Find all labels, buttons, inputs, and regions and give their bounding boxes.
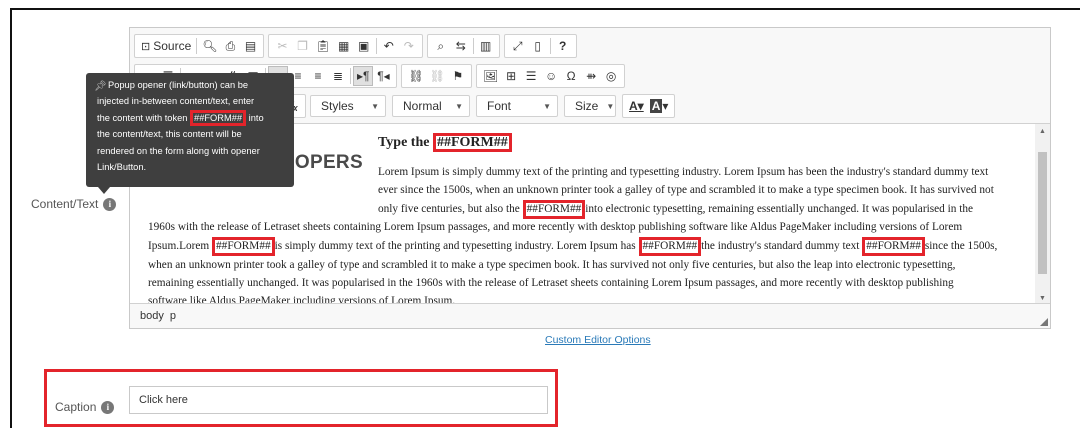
- toolbar-group-links: ⛓ ⛓ ⚑: [401, 64, 472, 88]
- info-icon[interactable]: i: [101, 400, 115, 414]
- dropdown-arrow-icon: ▼: [543, 101, 551, 111]
- help-tooltip: 📌︎ Popup opener (link/button) can be inj…: [86, 73, 294, 187]
- font-dropdown[interactable]: Font ▼: [476, 95, 558, 117]
- size-dropdown[interactable]: Size ▼: [564, 95, 616, 117]
- image-icon[interactable]: 🖼︎: [480, 66, 501, 86]
- content-line: 1960s with the release of Letraset sheet…: [148, 221, 963, 233]
- dropdown-arrow-icon: ▼: [606, 101, 615, 111]
- caption-label: Caption i: [55, 400, 115, 414]
- replace-icon[interactable]: ⇆: [451, 36, 471, 56]
- content-line: when an unknown printer took a galley of…: [148, 259, 956, 271]
- content-line: Ipsum.Lorem ##FORM## is simply dummy text…: [148, 237, 997, 256]
- print-icon[interactable]: ⎙: [220, 36, 240, 56]
- form-token: ##FORM##: [638, 237, 702, 256]
- dropdown-arrow-icon: ▼: [371, 101, 379, 111]
- source-icon: ⊡: [141, 40, 151, 53]
- toolbar-group-colors: A▾ A ▾: [622, 94, 676, 118]
- toolbar-group-editing: ⌕ ⇆ ▥: [426, 34, 500, 58]
- resize-grip-icon[interactable]: [1040, 318, 1048, 326]
- background-color-icon[interactable]: A ▾: [647, 96, 672, 116]
- caption-input[interactable]: [129, 386, 548, 414]
- form-token: ##FORM##: [190, 109, 247, 126]
- content-line: Lorem Ipsum is simply dummy text of the …: [378, 166, 989, 178]
- styles-dropdown[interactable]: Styles ▼: [310, 95, 386, 117]
- scroll-thumb[interactable]: [1038, 152, 1047, 274]
- form-token: ##FORM##: [212, 237, 275, 256]
- page-break-icon[interactable]: ⇻: [581, 66, 601, 86]
- content-text-label: Content/Text i: [31, 197, 117, 211]
- iframe-icon[interactable]: ◎: [601, 66, 621, 86]
- rtl-icon[interactable]: ¶◂: [373, 66, 393, 86]
- copy-icon[interactable]: ❐: [292, 36, 312, 56]
- paste-icon[interactable]: 📋︎: [312, 36, 333, 56]
- toolbar-group-clipboard: ✂ ❐ 📋︎ ▦ ▣ ↶ ↷: [268, 34, 423, 58]
- select-all-icon[interactable]: ▥: [476, 36, 496, 56]
- element-path-body[interactable]: body: [140, 310, 164, 322]
- caption-label-text: Caption: [55, 400, 97, 414]
- horizontal-line-icon[interactable]: ☰: [521, 66, 541, 86]
- editor-statusbar: body p: [130, 303, 1050, 328]
- content-text-label-text: Content/Text: [31, 197, 99, 211]
- undo-icon[interactable]: ↶: [379, 36, 399, 56]
- cut-icon[interactable]: ✂: [272, 36, 292, 56]
- align-justify-icon[interactable]: ≣: [328, 66, 348, 86]
- custom-editor-options-link[interactable]: Custom Editor Options: [545, 334, 651, 346]
- maximize-icon[interactable]: ⤢: [508, 36, 528, 56]
- find-icon[interactable]: ⌕: [431, 36, 451, 56]
- paste-text-icon[interactable]: ▦: [334, 36, 354, 56]
- form-token: ##FORM##: [522, 200, 586, 219]
- ltr-icon[interactable]: ▸¶: [353, 66, 374, 86]
- templates-icon[interactable]: ▤: [240, 36, 260, 56]
- content-heading: Type the ##FORM##: [378, 133, 512, 153]
- info-icon[interactable]: i: [103, 197, 117, 211]
- show-blocks-icon[interactable]: ▯: [528, 36, 548, 56]
- tooltip-arrow: [98, 187, 110, 194]
- text-color-icon[interactable]: A▾: [626, 96, 647, 116]
- source-button[interactable]: ⊡ Source: [138, 36, 194, 56]
- toolbar-row-1: ⊡ Source 🔍︎ ⎙ ▤ ✂ ❐ 📋︎ ▦ ▣ ↶ ↷ ⌕ ⇆ ▥ ⤢ ▯…: [134, 33, 581, 59]
- toolbar-group-document: ⊡ Source 🔍︎ ⎙ ▤: [134, 34, 265, 58]
- special-char-icon[interactable]: Ω: [561, 66, 581, 86]
- link-icon[interactable]: ⛓: [405, 66, 426, 86]
- anchor-icon[interactable]: ⚑: [448, 66, 468, 86]
- element-path-p[interactable]: p: [170, 310, 176, 322]
- toolbar-group-insert: 🖼︎ ⊞ ☰ ☺ Ω ⇻ ◎: [475, 64, 626, 88]
- align-right-icon[interactable]: ≡: [308, 66, 328, 86]
- preview-icon[interactable]: 🔍︎: [199, 36, 220, 56]
- paste-word-icon[interactable]: ▣: [354, 36, 374, 56]
- redo-icon[interactable]: ↷: [399, 36, 419, 56]
- form-token: ##FORM##: [862, 237, 925, 256]
- format-dropdown[interactable]: Normal ▼: [392, 95, 470, 117]
- help-icon[interactable]: ?: [553, 36, 573, 56]
- editor-scrollbar[interactable]: ▲ ▼: [1035, 124, 1050, 305]
- content-line: ever since the 1500s, when an unknown pr…: [378, 184, 994, 196]
- form-token: ##FORM##: [432, 133, 512, 152]
- unlink-icon[interactable]: ⛓: [427, 66, 448, 86]
- toolbar-group-tools: ⤢ ▯ ?: [503, 34, 577, 58]
- content-line: only five centuries, but also the ##FORM…: [378, 200, 973, 219]
- smiley-icon[interactable]: ☺: [541, 66, 561, 86]
- table-icon[interactable]: ⊞: [501, 66, 521, 86]
- pin-icon: 📌︎: [94, 81, 107, 92]
- content-line: remaining essentially unchanged. It was …: [148, 277, 954, 289]
- dropdown-arrow-icon: ▼: [455, 101, 463, 111]
- scroll-up-icon[interactable]: ▲: [1035, 124, 1050, 138]
